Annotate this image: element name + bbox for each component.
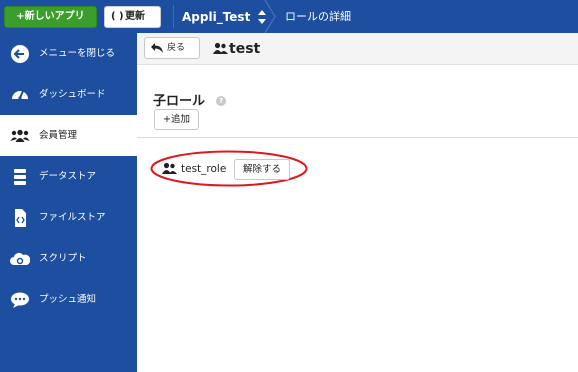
sidebar-item-filestore[interactable]: ファイルストア bbox=[0, 197, 137, 238]
refresh-button[interactable]: ( )更新 bbox=[104, 6, 161, 28]
help-icon[interactable]: ? bbox=[216, 96, 226, 106]
sidebar: メニューを閉じる ダッシュボード 会員管理 データストア ファイルストア スクリ… bbox=[0, 33, 137, 372]
child-roles-title: 子ロール bbox=[153, 94, 206, 109]
add-child-role-button[interactable]: +追加 bbox=[154, 109, 199, 130]
new-app-button[interactable]: +新しいアプリ bbox=[4, 6, 97, 28]
sidebar-item-push-notification[interactable]: プッシュ通知 bbox=[0, 279, 137, 320]
sidebar-item-close-menu[interactable]: メニューを閉じる bbox=[0, 33, 137, 74]
users-icon bbox=[162, 162, 177, 174]
chat-bubble-icon bbox=[11, 292, 29, 308]
sidebar-item-label: 会員管理 bbox=[39, 130, 78, 141]
main-content: 戻る test 子ロール ? +追加 test_role 解除する bbox=[137, 33, 578, 372]
topbar-separator bbox=[173, 5, 174, 28]
role-name: test bbox=[229, 41, 261, 57]
sidebar-item-label: メニューを閉じる bbox=[39, 48, 116, 59]
top-bar: +新しいアプリ ( )更新 Appli_Test ロールの詳細 bbox=[0, 0, 578, 33]
breadcrumb-chevron-icon bbox=[264, 0, 276, 33]
users-icon bbox=[213, 42, 228, 54]
unset-child-role-button[interactable]: 解除する bbox=[234, 159, 290, 180]
arrow-left-circle-icon bbox=[11, 45, 29, 63]
gauge-icon bbox=[12, 90, 28, 100]
file-code-icon bbox=[15, 209, 26, 227]
reply-arrow-icon bbox=[151, 43, 163, 53]
app-selector[interactable]: Appli_Test bbox=[182, 7, 266, 27]
sidebar-item-members[interactable]: 会員管理 bbox=[0, 115, 137, 156]
back-label: 戻る bbox=[167, 43, 186, 53]
database-icon bbox=[14, 169, 26, 185]
sidebar-item-script[interactable]: スクリプト bbox=[0, 238, 137, 279]
page-title: ロールの詳細 bbox=[285, 10, 351, 23]
sidebar-item-label: ファイルストア bbox=[39, 212, 106, 223]
app-name: Appli_Test bbox=[182, 10, 251, 24]
sidebar-item-label: ダッシュボード bbox=[39, 89, 106, 100]
cloud-gear-icon bbox=[10, 252, 30, 265]
sidebar-item-label: プッシュ通知 bbox=[39, 294, 97, 305]
app-root: +新しいアプリ ( )更新 Appli_Test ロールの詳細 メニューを閉じる bbox=[0, 0, 578, 372]
content-header: 戻る test bbox=[137, 33, 578, 65]
section-divider bbox=[137, 137, 578, 138]
refresh-label: 更新 bbox=[125, 11, 145, 22]
refresh-icon: ( ) bbox=[111, 11, 124, 22]
back-button[interactable]: 戻る bbox=[144, 37, 200, 59]
sidebar-item-datastore[interactable]: データストア bbox=[0, 156, 137, 197]
sidebar-item-dashboard[interactable]: ダッシュボード bbox=[0, 74, 137, 115]
sidebar-item-label: データストア bbox=[39, 171, 97, 182]
users-icon bbox=[10, 129, 30, 142]
sidebar-item-label: スクリプト bbox=[39, 253, 87, 264]
child-role-name: test_role bbox=[181, 163, 227, 175]
child-role-row: test_role 解除する bbox=[162, 159, 292, 181]
